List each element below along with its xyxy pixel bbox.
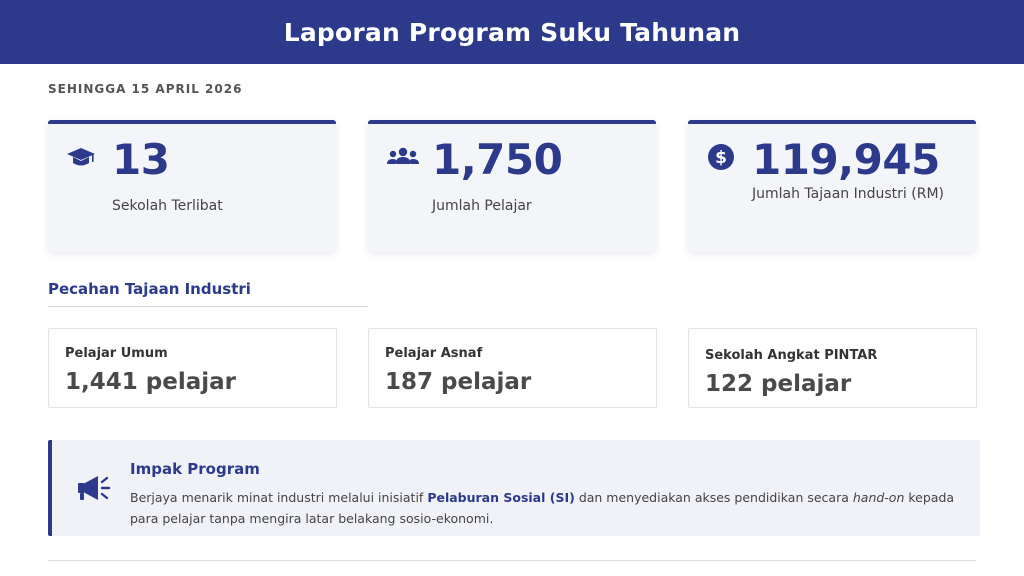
dollar-circle-icon: $	[708, 144, 734, 170]
breakdown-card: Pelajar Umum 1,441 pelajar	[48, 328, 337, 408]
breakdown-card: Pelajar Asnaf 187 pelajar	[368, 328, 657, 408]
users-group-icon	[387, 147, 419, 164]
impact-callout: Impak Program Berjaya menarik minat indu…	[48, 440, 980, 536]
impact-italic: hand-on	[852, 490, 905, 505]
svg-text:$: $	[715, 148, 727, 168]
stat-card-students: 1,750 Jumlah Pelajar	[368, 120, 656, 252]
breakdown-value: 122 pelajar	[705, 371, 852, 397]
breakdown-label: Pelajar Umum	[65, 346, 168, 361]
stat-label: Jumlah Tajaan Industri (RM)	[752, 186, 944, 202]
graduation-cap-icon	[67, 148, 95, 166]
impact-text: Berjaya menarik minat industri melalui i…	[130, 487, 960, 529]
impact-title: Impak Program	[130, 460, 260, 478]
impact-highlight: Pelaburan Sosial (SI)	[427, 490, 575, 505]
report-header: Laporan Program Suku Tahunan	[0, 0, 1024, 64]
breakdown-label: Sekolah Angkat PINTAR	[705, 348, 878, 363]
stat-label: Jumlah Pelajar	[432, 198, 532, 214]
report-title: Laporan Program Suku Tahunan	[283, 17, 741, 47]
stat-value: 13	[112, 135, 170, 184]
date-line: SEHINGGA 15 APRIL 2026	[48, 82, 243, 96]
breakdown-label: Pelajar Asnaf	[385, 346, 483, 361]
section-title: Pecahan Tajaan Industri	[48, 280, 368, 307]
breakdown-value: 1,441 pelajar	[65, 369, 236, 395]
stat-card-schools: 13 Sekolah Terlibat	[48, 120, 336, 252]
megaphone-icon	[78, 476, 111, 500]
impact-text-part: Berjaya menarik minat industri melalui i…	[130, 490, 428, 505]
breakdown-value: 187 pelajar	[385, 369, 532, 395]
breakdown-card: Sekolah Angkat PINTAR 122 pelajar	[688, 328, 977, 408]
impact-text-part: dan menyediakan akses pendidikan secara	[574, 490, 853, 505]
stat-label: Sekolah Terlibat	[112, 198, 223, 214]
divider	[48, 560, 976, 561]
stat-value: 119,945	[752, 135, 940, 184]
stat-card-sponsorship: $ 119,945 Jumlah Tajaan Industri (RM)	[688, 120, 976, 252]
stat-value: 1,750	[432, 135, 563, 184]
